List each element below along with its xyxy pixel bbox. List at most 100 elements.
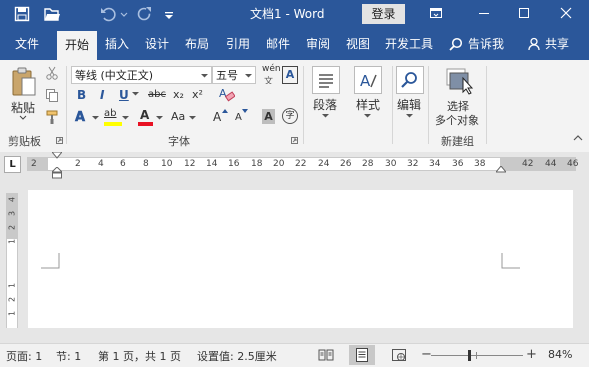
underline-button[interactable]: U <box>119 88 129 102</box>
text-effects-dropdown-icon[interactable] <box>92 115 99 121</box>
ribbon-tabs: 文件 开始 插入 设计 布局 引用 邮件 审阅 视图 开发工具 告诉我 共享 <box>0 28 589 60</box>
zoom-slider-thumb[interactable] <box>467 350 471 361</box>
group-separator <box>486 66 487 144</box>
login-button[interactable]: 登录 <box>362 4 405 24</box>
zoom-slider-center-tick <box>476 352 477 359</box>
close-icon[interactable] <box>556 3 576 23</box>
status-page[interactable]: 页面: 1 <box>6 348 42 364</box>
paragraph-dropdown-icon[interactable] <box>322 113 329 119</box>
horizontal-ruler[interactable]: 2 2 4 6 8 10 12 14 16 18 20 22 24 26 28 … <box>27 157 578 171</box>
clear-formatting-icon[interactable]: A <box>219 87 235 103</box>
styles-icon[interactable]: A <box>354 66 382 94</box>
share-person-icon[interactable] <box>528 37 542 51</box>
status-page-of[interactable]: 第 1 页，共 1 页 <box>98 348 181 364</box>
tab-references[interactable]: 引用 <box>221 28 255 60</box>
zoom-level[interactable]: 84% <box>548 348 572 361</box>
cut-icon[interactable] <box>45 66 59 80</box>
highlight-dropdown-icon[interactable] <box>122 115 129 121</box>
grow-font-button[interactable]: A <box>213 110 221 124</box>
undo-icon[interactable] <box>100 6 116 22</box>
document-page[interactable] <box>28 190 573 328</box>
clipboard-launcher-icon[interactable] <box>56 137 63 144</box>
paste-button[interactable]: 粘贴 <box>11 99 35 116</box>
font-launcher-icon[interactable] <box>291 137 298 144</box>
print-layout-button[interactable] <box>349 345 375 365</box>
paragraph-icon[interactable] <box>312 66 340 94</box>
group-separator <box>428 66 429 144</box>
ruler-tick: 24 <box>318 159 330 169</box>
phonetic-guide-button[interactable]: wén <box>262 64 281 74</box>
tab-insert[interactable]: 插入 <box>100 28 134 60</box>
char-border-button[interactable]: A <box>282 66 298 84</box>
tab-view[interactable]: 视图 <box>341 28 375 60</box>
enclose-characters-button[interactable]: 字 <box>282 108 298 124</box>
tab-file[interactable]: 文件 <box>8 28 46 60</box>
vruler-tick: 1 <box>7 282 17 289</box>
subscript-button[interactable]: x₂ <box>173 88 184 101</box>
underline-dropdown-icon[interactable] <box>132 91 139 97</box>
customize-qat-icon[interactable] <box>164 6 174 22</box>
read-mode-icon[interactable] <box>318 347 334 363</box>
zoom-in-icon[interactable]: + <box>526 347 537 362</box>
open-folder-icon[interactable] <box>44 6 60 22</box>
italic-button[interactable]: I <box>100 88 104 102</box>
tab-home[interactable]: 开始 <box>57 31 97 60</box>
save-icon[interactable] <box>14 6 30 22</box>
first-line-indent-marker[interactable] <box>52 152 62 160</box>
font-color-button[interactable]: A <box>140 108 149 122</box>
styles-button[interactable]: 样式 <box>356 96 380 113</box>
superscript-button[interactable]: x² <box>192 88 203 101</box>
shrink-font-button[interactable]: A <box>235 112 242 123</box>
minimize-icon[interactable] <box>474 3 494 23</box>
ruler-tick: 22 <box>295 159 307 169</box>
collapse-ribbon-icon[interactable] <box>573 134 583 142</box>
tell-me-search[interactable]: 告诉我 <box>466 28 506 60</box>
tab-selector[interactable]: L <box>4 156 21 173</box>
zoom-slider[interactable] <box>431 350 523 361</box>
select-objects-line2[interactable]: 多个对象 <box>435 112 479 128</box>
ruler-tick: 34 <box>429 159 441 169</box>
paste-dropdown-icon[interactable] <box>19 115 27 121</box>
strikethrough-button[interactable]: abc <box>148 89 166 100</box>
undo-dropdown-icon[interactable] <box>120 6 128 22</box>
paragraph-button[interactable]: 段落 <box>313 96 337 113</box>
status-section[interactable]: 节: 1 <box>56 348 81 364</box>
maximize-icon[interactable] <box>514 3 534 23</box>
vertical-scrollbar[interactable] <box>576 175 589 343</box>
change-case-button[interactable]: Aa <box>171 110 185 123</box>
bold-button[interactable]: B <box>77 88 86 102</box>
copy-icon[interactable] <box>45 88 59 102</box>
paste-icon[interactable] <box>10 66 38 98</box>
tab-design[interactable]: 设计 <box>140 28 174 60</box>
tab-layout[interactable]: 布局 <box>180 28 214 60</box>
font-size-value: 五号 <box>216 69 238 82</box>
font-color-dropdown-icon[interactable] <box>156 115 163 121</box>
share-button[interactable]: 共享 <box>543 28 571 60</box>
ribbon-display-options-icon[interactable] <box>426 3 446 23</box>
lightbulb-search-icon[interactable] <box>449 37 463 51</box>
tab-developer[interactable]: 开发工具 <box>382 28 436 60</box>
font-size-select[interactable]: 五号 <box>212 66 256 84</box>
styles-dropdown-icon[interactable] <box>364 113 371 119</box>
format-painter-icon[interactable] <box>45 110 59 124</box>
hanging-indent-marker[interactable] <box>52 167 62 179</box>
redo-icon[interactable] <box>136 6 152 22</box>
highlight-button[interactable]: ab <box>104 108 116 119</box>
char-shading-button[interactable]: A <box>262 109 275 124</box>
editing-button[interactable]: 编辑 <box>397 96 421 113</box>
find-icon[interactable] <box>396 66 424 94</box>
tab-mailings[interactable]: 邮件 <box>261 28 295 60</box>
right-indent-marker[interactable] <box>496 166 506 173</box>
font-size-dropdown-icon[interactable] <box>245 67 252 83</box>
web-layout-icon[interactable] <box>391 347 407 363</box>
select-objects-icon[interactable] <box>445 66 475 96</box>
editing-dropdown-icon[interactable] <box>406 113 413 119</box>
font-name-select[interactable]: 等线 (中文正文) <box>71 66 212 84</box>
vertical-ruler[interactable]: 4 3 2 1 1 2 1 <box>6 193 18 328</box>
ruler-tick: 2 <box>31 159 37 169</box>
tab-review[interactable]: 审阅 <box>301 28 335 60</box>
text-effects-button[interactable]: A <box>75 110 86 126</box>
status-setting[interactable]: 设置值: 2.5厘米 <box>197 348 277 364</box>
font-name-dropdown-icon[interactable] <box>201 67 208 83</box>
change-case-dropdown-icon[interactable] <box>189 115 196 121</box>
